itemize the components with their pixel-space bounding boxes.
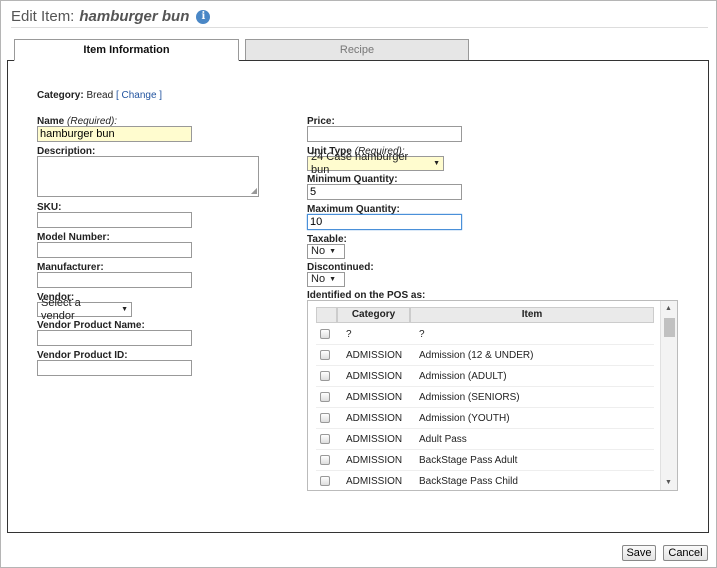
unit-type-selected: 24 Case hamburger bun	[311, 150, 409, 176]
title-item-name: hamburger bun	[79, 8, 190, 25]
discontinued-selected: No	[311, 273, 326, 285]
row-checkbox[interactable]	[320, 455, 330, 465]
row-item: Admission (12 & UNDER)	[419, 349, 534, 361]
row-category: ADMISSION	[346, 433, 403, 445]
row-item: BackStage Pass Adult	[419, 454, 518, 466]
cancel-button[interactable]: Cancel	[663, 545, 708, 561]
maximum-quantity-field[interactable]: 10	[307, 214, 462, 230]
taxable-selected: No	[311, 245, 326, 257]
dropdown-arrow-icon: ▼	[121, 306, 128, 313]
vendor-product-name-field[interactable]	[37, 330, 192, 346]
minimum-quantity-field[interactable]: 5	[307, 184, 462, 200]
table-row[interactable]: ADMISSION Admission (ADULT)	[316, 366, 654, 387]
row-checkbox[interactable]	[320, 371, 330, 381]
row-checkbox[interactable]	[320, 434, 330, 444]
dropdown-arrow-icon: ▼	[329, 248, 336, 255]
row-item: Admission (ADULT)	[419, 370, 507, 382]
table-row[interactable]: ADMISSION BackStage Pass Child	[316, 471, 654, 490]
row-checkbox[interactable]	[320, 329, 330, 339]
category-value: Bread	[86, 90, 114, 101]
header-item[interactable]: Item	[410, 307, 654, 323]
title-divider	[11, 27, 708, 28]
price-field[interactable]	[307, 126, 462, 142]
table-row[interactable]: ADMISSION Admission (12 & UNDER)	[316, 345, 654, 366]
dialog-title: Edit Item: hamburger bun i	[11, 8, 211, 25]
row-checkbox[interactable]	[320, 413, 330, 423]
vendor-product-id-field[interactable]	[37, 360, 192, 376]
table-header: Category Item	[316, 307, 654, 323]
vendor-select[interactable]: Select a vendor ▼	[37, 297, 132, 322]
unit-type-select[interactable]: 24 Case hamburger bun ▼	[307, 151, 444, 176]
table-row[interactable]: ? ?	[316, 324, 654, 345]
sku-field[interactable]	[37, 212, 192, 228]
row-category: ?	[346, 328, 352, 340]
arrow-down-icon[interactable]: ▼	[665, 479, 672, 486]
save-button[interactable]: Save	[622, 545, 656, 561]
change-category-link[interactable]: [ Change ]	[116, 90, 162, 101]
dropdown-arrow-icon: ▼	[329, 276, 336, 283]
row-checkbox[interactable]	[320, 392, 330, 402]
info-icon[interactable]: i	[196, 9, 211, 24]
row-item: BackStage Pass Child	[419, 475, 518, 487]
vendor-selected: Select a vendor	[41, 296, 81, 322]
tab-recipe[interactable]: Recipe	[245, 39, 469, 61]
row-category: ADMISSION	[346, 391, 403, 403]
row-checkbox[interactable]	[320, 350, 330, 360]
tab-item-information[interactable]: Item Information	[14, 39, 239, 61]
title-prefix: Edit Item:	[11, 8, 75, 25]
row-item: Adult Pass	[419, 433, 467, 445]
table-row[interactable]: ADMISSION Admission (YOUTH)	[316, 408, 654, 429]
pos-items-table[interactable]: Category Item ? ? ADMISSION Admission (1…	[307, 300, 678, 491]
name-field[interactable]: hamburger bun	[37, 126, 192, 142]
discontinued-select[interactable]: No ▼	[307, 272, 345, 287]
table-scrollbar[interactable]: ▲ ▼	[660, 301, 677, 490]
header-category[interactable]: Category	[337, 307, 410, 323]
row-checkbox[interactable]	[320, 476, 330, 486]
arrow-up-icon[interactable]: ▲	[665, 305, 672, 312]
dropdown-arrow-icon: ▼	[433, 160, 440, 167]
table-row[interactable]: ADMISSION Admission (SENIORS)	[316, 387, 654, 408]
row-category: ADMISSION	[346, 454, 403, 466]
header-checkbox-cell	[316, 307, 337, 323]
row-category: ADMISSION	[346, 370, 403, 382]
table-row[interactable]: ADMISSION BackStage Pass Adult	[316, 450, 654, 471]
scrollbar-thumb[interactable]	[664, 318, 675, 337]
row-item: Admission (YOUTH)	[419, 412, 510, 424]
row-category: ADMISSION	[346, 412, 403, 424]
category-line: Category: Bread [ Change ]	[37, 90, 162, 101]
row-category: ADMISSION	[346, 349, 403, 361]
resize-handle-icon[interactable]: ◢	[251, 187, 257, 195]
taxable-select[interactable]: No ▼	[307, 244, 345, 259]
model-number-field[interactable]	[37, 242, 192, 258]
description-field[interactable]: ◢	[37, 156, 259, 197]
manufacturer-field[interactable]	[37, 272, 192, 288]
row-item: ?	[419, 328, 425, 340]
row-category: ADMISSION	[346, 475, 403, 487]
category-label: Category:	[37, 90, 84, 101]
row-item: Admission (SENIORS)	[419, 391, 520, 403]
table-row[interactable]: ADMISSION Adult Pass	[316, 429, 654, 450]
